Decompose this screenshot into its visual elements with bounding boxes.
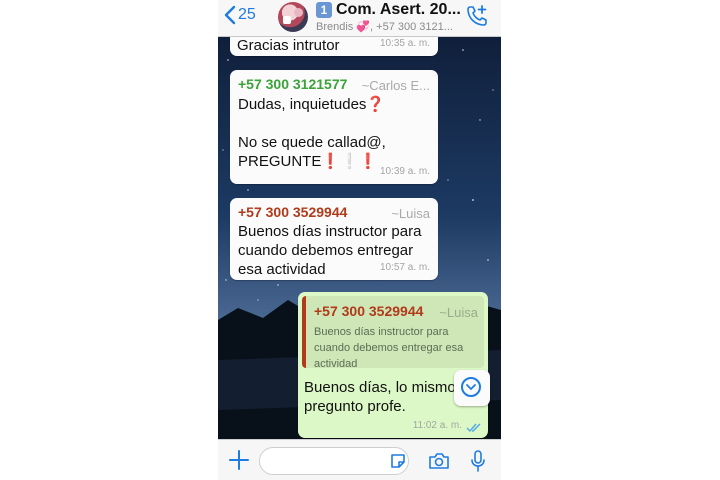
message-bubble-outgoing[interactable]: +57 300 3529944 ~Luisa Buenos días instr… xyxy=(298,292,488,438)
message-time: 10:39 a. m. xyxy=(379,166,430,177)
group-participants: Brendis 💞, +57 300 3121... xyxy=(316,21,453,33)
message-text-line: PREGUNTE❗❕❗ xyxy=(238,153,378,170)
group-info[interactable]: 1 Com. Asert. 20... Brendis 💞, +57 300 3… xyxy=(316,1,461,33)
quoted-sender-alias: ~Luisa xyxy=(439,305,478,320)
message-bubble-incoming[interactable]: +57 300 3529944 ~Luisa Buenos días instr… xyxy=(230,198,438,280)
sender-alias: ~Luisa xyxy=(391,206,430,221)
double-check-icon xyxy=(466,423,481,433)
group-title: Com. Asert. 20... xyxy=(336,1,461,18)
message-time: 11:02 a. m. xyxy=(412,420,462,431)
sender-phone[interactable]: +57 300 3121577 xyxy=(238,75,347,94)
message-text: Gracias intrutor xyxy=(237,37,340,54)
message-bubble-incoming[interactable]: +57 300 3121577 ~Carlos E... Dudas, inqu… xyxy=(230,70,438,184)
quoted-text: Buenos días instructor para cuando debem… xyxy=(314,326,464,370)
camera-icon[interactable] xyxy=(428,452,450,470)
microphone-icon[interactable] xyxy=(470,450,486,472)
back-button[interactable]: 25 xyxy=(224,5,256,25)
message-composer xyxy=(218,439,501,480)
chevron-left-icon xyxy=(224,5,236,25)
quoted-sender-phone: +57 300 3529944 xyxy=(314,303,424,319)
back-count: 25 xyxy=(238,6,256,23)
chevron-down-circle-icon xyxy=(461,377,481,397)
group-avatar[interactable] xyxy=(278,2,308,32)
sender-phone[interactable]: +57 300 3529944 xyxy=(238,203,347,222)
message-time: 10:57 a. m. xyxy=(379,262,430,273)
message-input[interactable] xyxy=(259,447,409,475)
message-text-line: No se quede callad@, xyxy=(238,134,386,151)
chat-header: 25 1 Com. Asert. 20... Brendis 💞, +57 30… xyxy=(218,0,501,37)
scroll-to-bottom-button[interactable] xyxy=(454,370,490,406)
message-text-line: Dudas, inquietudes❓ xyxy=(238,96,386,113)
chat-screen: 25 1 Com. Asert. 20... Brendis 💞, +57 30… xyxy=(218,0,501,480)
sticker-icon[interactable] xyxy=(390,453,406,469)
sender-alias: ~Carlos E... xyxy=(361,78,430,93)
add-call-icon[interactable] xyxy=(465,4,489,28)
keycap-badge: 1 xyxy=(316,2,332,18)
quoted-message[interactable]: +57 300 3529944 ~Luisa Buenos días instr… xyxy=(302,296,484,370)
plus-icon[interactable] xyxy=(228,449,250,471)
